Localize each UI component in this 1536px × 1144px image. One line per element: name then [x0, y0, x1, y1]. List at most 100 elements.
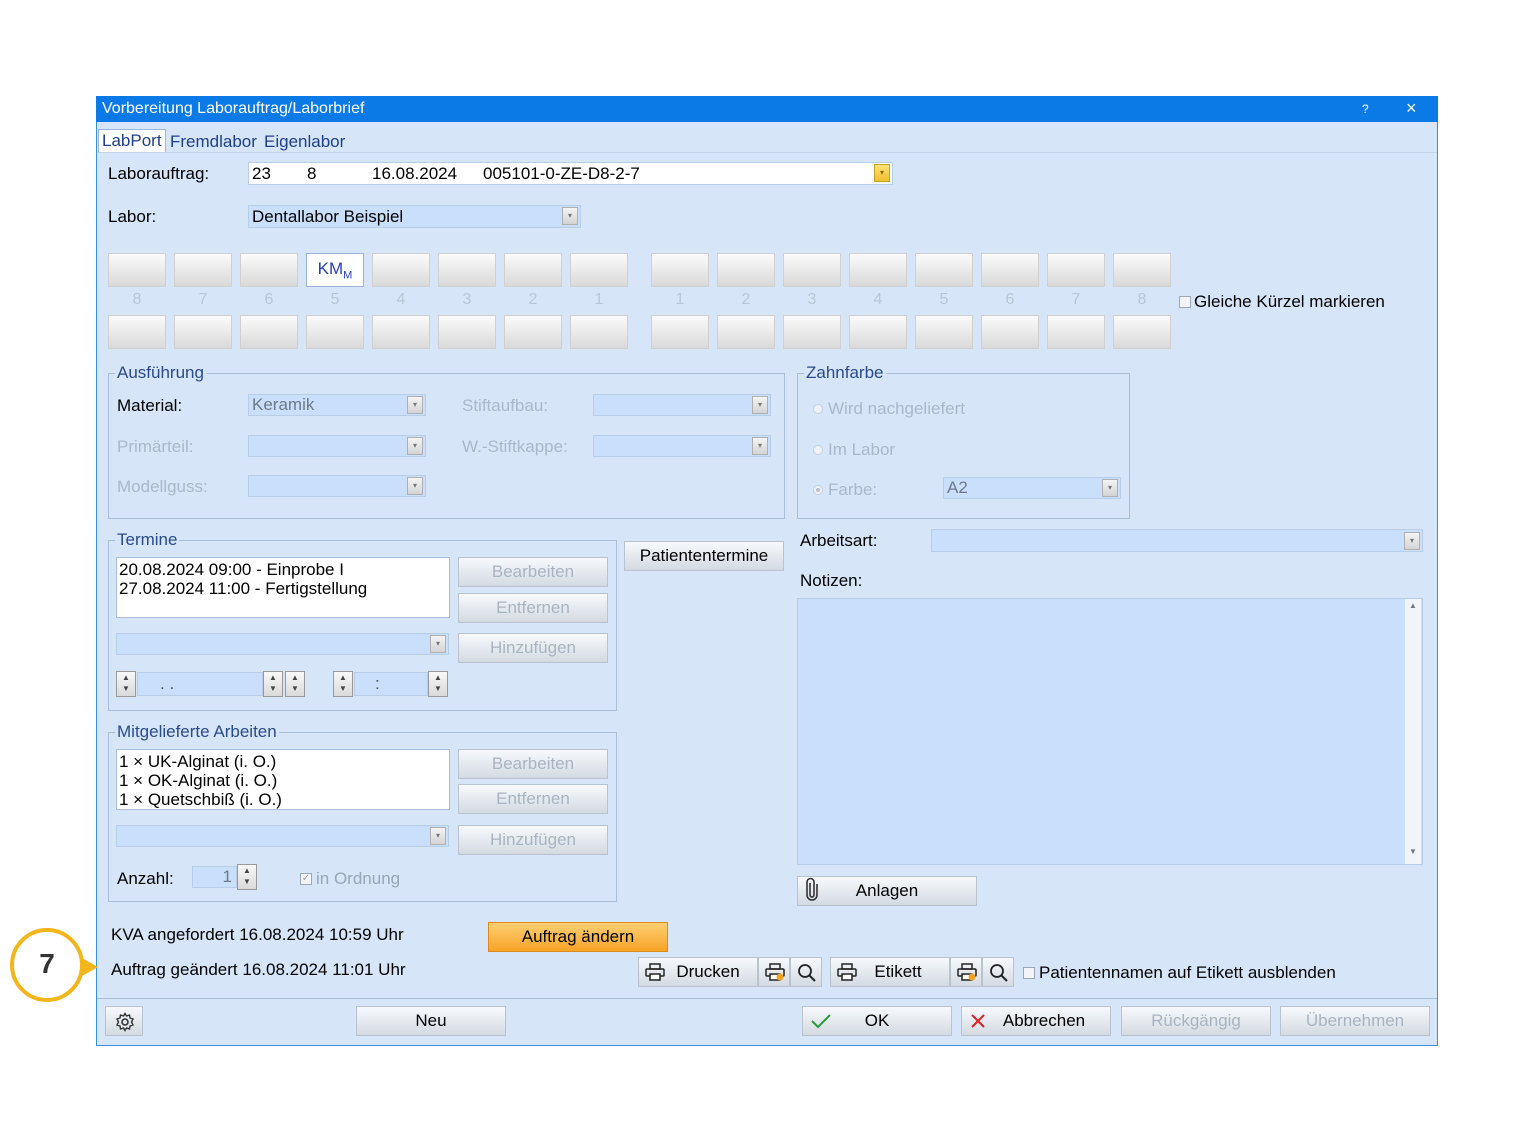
anlagen-button[interactable]: Anlagen [797, 876, 977, 906]
mitgeliefert-type-select[interactable]: ▾ [116, 825, 449, 847]
chevron-down-icon[interactable]: ▾ [562, 207, 578, 225]
tooth-lower-left-1[interactable] [570, 315, 628, 349]
date-spinner-left[interactable]: ▲ ▼ [116, 671, 136, 697]
radio-im-labor[interactable] [813, 445, 823, 455]
date-spinner-right-2[interactable]: ▲ ▼ [285, 671, 305, 697]
tab-eigenlabor[interactable]: Eigenlabor [264, 132, 345, 152]
chevron-down-icon[interactable]: ▾ [407, 477, 423, 495]
anzahl-input[interactable]: 1 [192, 866, 237, 888]
tooth-lower-right-8[interactable] [1113, 315, 1171, 349]
chevron-down-icon[interactable]: ▾ [1404, 532, 1420, 550]
drucken-button[interactable]: Drucken [638, 957, 758, 987]
mitgeliefert-remove-button[interactable]: Entfernen [458, 784, 608, 814]
tooth-upper-right-4[interactable] [849, 253, 907, 287]
uebernehmen-button[interactable]: Übernehmen [1280, 1006, 1430, 1036]
termine-remove-button[interactable]: Entfernen [458, 593, 608, 623]
mitgeliefert-edit-button[interactable]: Bearbeiten [458, 749, 608, 779]
rueckgaengig-button[interactable]: Rückgängig [1121, 1006, 1271, 1036]
date-spinner-right-1[interactable]: ▲ ▼ [263, 671, 283, 697]
chevron-down-icon[interactable]: ▾ [407, 396, 423, 414]
date-input[interactable]: . . [137, 672, 263, 696]
tooth-upper-right-3[interactable] [783, 253, 841, 287]
etikett-button[interactable]: Etikett [830, 957, 950, 987]
close-button[interactable]: × [1406, 98, 1417, 119]
tooth-lower-right-7[interactable] [1047, 315, 1105, 349]
tooth-upper-right-5[interactable] [915, 253, 973, 287]
tooth-lower-right-1[interactable] [651, 315, 709, 349]
tooth-lower-left-4[interactable] [372, 315, 430, 349]
tooth-upper-left-8[interactable] [108, 253, 166, 287]
notizen-scrollbar[interactable]: ▲ ▼ [1405, 599, 1421, 864]
tooth-lower-right-5[interactable] [915, 315, 973, 349]
auftrag-aendern-button[interactable]: Auftrag ändern [488, 922, 668, 952]
drucken-preview-button[interactable] [790, 957, 822, 987]
chevron-down-icon[interactable]: ▾ [430, 827, 446, 845]
tab-labport[interactable]: LabPort [98, 129, 166, 152]
neu-button[interactable]: Neu [356, 1006, 506, 1036]
chevron-down-icon[interactable]: ▾ [874, 164, 890, 182]
abbrechen-button[interactable]: Abbrechen [961, 1006, 1111, 1036]
tooth-upper-left-2[interactable] [504, 253, 562, 287]
time-spinner-left[interactable]: ▲ ▼ [333, 671, 353, 697]
list-item[interactable]: 1 × Quetschbiß (i. O.) [119, 790, 447, 809]
etikett-settings-button[interactable] [950, 957, 982, 987]
chevron-down-icon[interactable]: ▾ [430, 635, 446, 653]
tooth-lower-right-3[interactable] [783, 315, 841, 349]
tooth-upper-right-6[interactable] [981, 253, 1039, 287]
termine-type-select[interactable]: ▾ [116, 633, 449, 655]
tooth-lower-right-4[interactable] [849, 315, 907, 349]
tooth-lower-left-6[interactable] [240, 315, 298, 349]
drucken-settings-button[interactable] [758, 957, 790, 987]
tooth-upper-left-7[interactable] [174, 253, 232, 287]
time-spinner-right[interactable]: ▲ ▼ [428, 671, 448, 697]
tooth-upper-left-5[interactable]: KMM [306, 253, 364, 287]
etikett-preview-button[interactable] [982, 957, 1014, 987]
farbe-select[interactable]: A2 ▾ [943, 477, 1121, 499]
tooth-upper-right-8[interactable] [1113, 253, 1171, 287]
tooth-upper-right-7[interactable] [1047, 253, 1105, 287]
material-select[interactable]: Keramik ▾ [248, 394, 426, 416]
wstiftkappe-select[interactable]: ▾ [593, 435, 771, 457]
modellguss-select[interactable]: ▾ [248, 475, 426, 497]
patiententermine-button[interactable]: Patiententermine [624, 541, 784, 571]
anzahl-spinner[interactable]: ▲ ▼ [237, 864, 257, 890]
laborauftrag-select[interactable]: 23 8 16.08.2024 005101-0-ZE-D8-2-7 ▾ [248, 162, 893, 185]
chevron-down-icon[interactable]: ▾ [752, 437, 768, 455]
termine-edit-button[interactable]: Bearbeiten [458, 557, 608, 587]
in-ordnung-checkbox[interactable]: ✓ [300, 873, 312, 885]
ok-button[interactable]: OK [802, 1006, 952, 1036]
hide-names-checkbox[interactable] [1023, 967, 1035, 979]
tooth-upper-left-1[interactable] [570, 253, 628, 287]
time-input[interactable]: : [354, 672, 428, 696]
arbeitsart-select[interactable]: ▾ [931, 529, 1423, 552]
same-marker-checkbox[interactable] [1179, 296, 1191, 308]
list-item[interactable]: 1 × OK-Alginat (i. O.) [119, 771, 447, 790]
tooth-lower-left-7[interactable] [174, 315, 232, 349]
chevron-down-icon[interactable]: ▾ [1102, 479, 1118, 497]
list-item[interactable]: 1 × UK-Alginat (i. O.) [119, 752, 447, 771]
stiftaufbau-select[interactable]: ▾ [593, 394, 771, 416]
scroll-down-icon[interactable]: ▼ [1405, 842, 1421, 862]
tooth-upper-right-2[interactable] [717, 253, 775, 287]
primaerteil-select[interactable]: ▾ [248, 435, 426, 457]
tooth-lower-left-3[interactable] [438, 315, 496, 349]
notizen-textarea[interactable]: ▲ ▼ [797, 598, 1423, 865]
tooth-lower-right-2[interactable] [717, 315, 775, 349]
list-item[interactable]: 27.08.2024 11:00 - Fertigstellung [119, 579, 447, 598]
termine-add-button[interactable]: Hinzufügen [458, 633, 608, 663]
tooth-upper-left-6[interactable] [240, 253, 298, 287]
tooth-lower-left-2[interactable] [504, 315, 562, 349]
mitgeliefert-list[interactable]: 1 × UK-Alginat (i. O.) 1 × OK-Alginat (i… [116, 749, 450, 810]
labor-select[interactable]: Dentallabor Beispiel ▾ [248, 205, 581, 228]
list-item[interactable]: 20.08.2024 09:00 - Einprobe I [119, 560, 447, 579]
scroll-up-icon[interactable]: ▲ [1405, 599, 1421, 613]
tooth-lower-right-6[interactable] [981, 315, 1039, 349]
tooth-lower-left-8[interactable] [108, 315, 166, 349]
termine-list[interactable]: 20.08.2024 09:00 - Einprobe I 27.08.2024… [116, 557, 450, 618]
chevron-down-icon[interactable]: ▾ [407, 437, 423, 455]
settings-button[interactable] [105, 1006, 143, 1036]
tooth-lower-left-5[interactable] [306, 315, 364, 349]
tooth-upper-left-3[interactable] [438, 253, 496, 287]
tooth-upper-right-1[interactable] [651, 253, 709, 287]
help-button[interactable]: ? [1362, 102, 1369, 116]
